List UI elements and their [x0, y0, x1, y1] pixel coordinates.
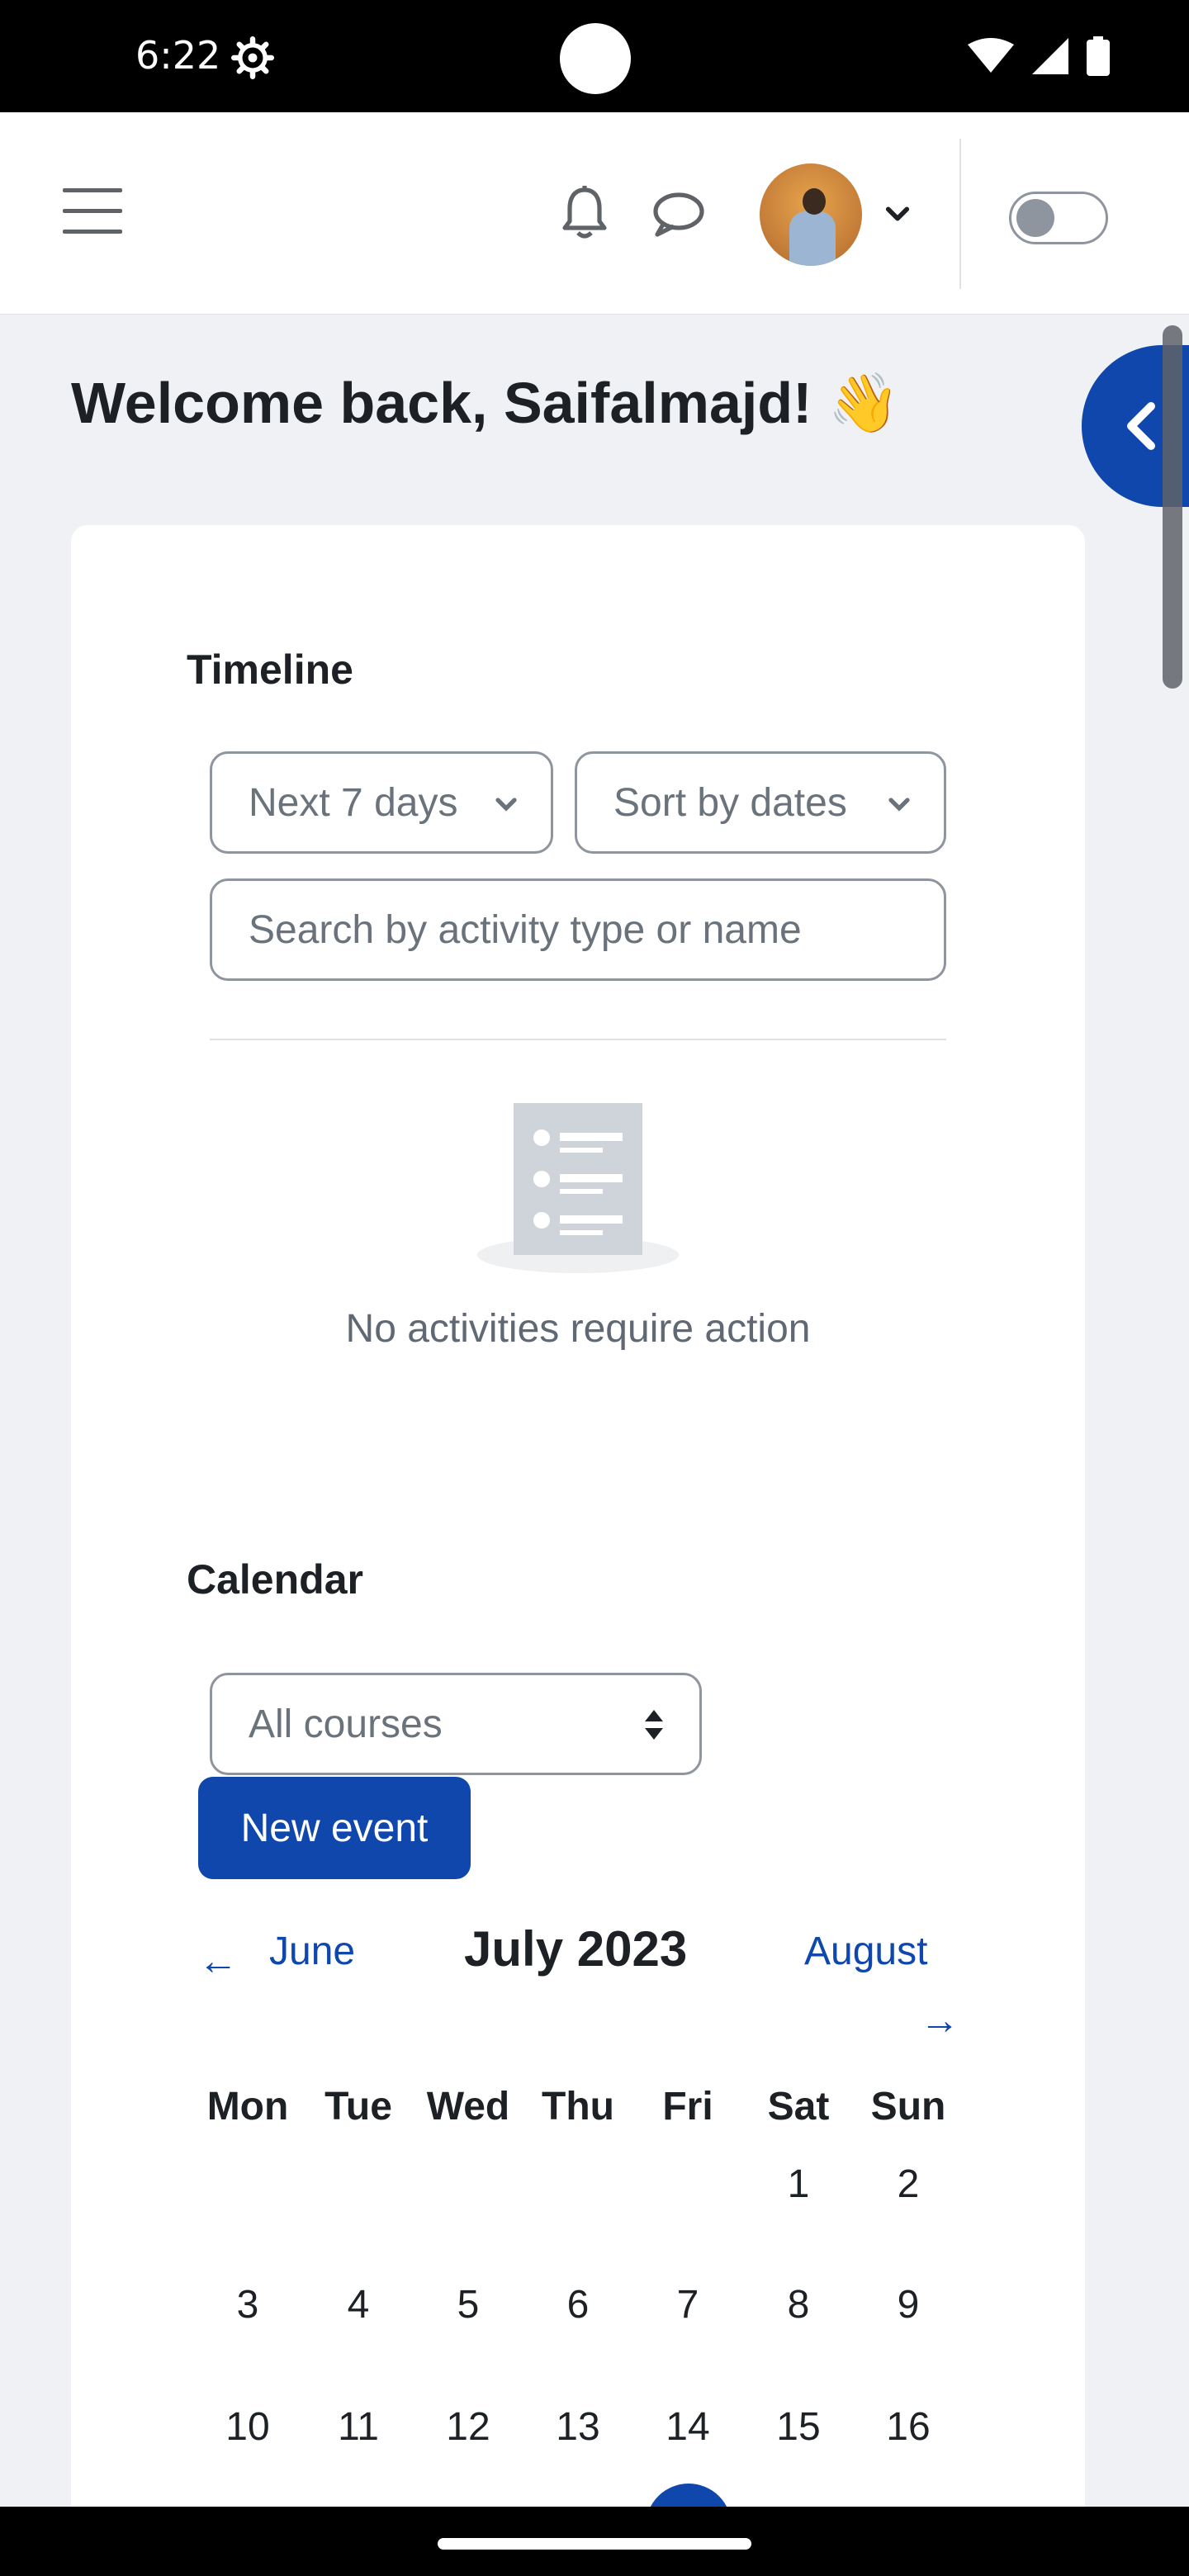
header-divider — [959, 139, 961, 289]
sort-updown-icon — [645, 1710, 663, 1740]
next-month-arrow[interactable]: → — [920, 1998, 959, 2043]
sort-label: Sort by dates — [613, 780, 847, 825]
wifi-icon — [968, 38, 1014, 73]
new-event-button[interactable]: New event — [198, 1777, 471, 1879]
calendar-current-month: July 2023 — [464, 1921, 688, 1977]
calendar-day[interactable]: 2 — [854, 2162, 963, 2207]
camera-cutout — [560, 23, 631, 94]
empty-activities-icon — [477, 1103, 679, 1273]
system-navigation-bar — [0, 2507, 1189, 2576]
prev-month-arrow[interactable]: ← — [198, 1939, 238, 1984]
timeline-empty-message: No activities require action — [345, 1307, 811, 1351]
calendar-day[interactable]: 5 — [414, 2282, 523, 2327]
chevron-left-icon — [1127, 402, 1155, 450]
edit-mode-toggle[interactable] — [1009, 192, 1108, 244]
calendar-day[interactable]: 11 — [304, 2404, 413, 2450]
timeline-search-input[interactable] — [210, 878, 946, 981]
calendar-day[interactable]: 15 — [744, 2404, 853, 2450]
timeline-sort-select[interactable]: Sort by dates — [575, 751, 946, 854]
chat-bubble-icon[interactable] — [652, 192, 705, 238]
app-header — [0, 112, 1189, 315]
weekday-wed: Wed — [426, 2085, 510, 2129]
toggle-knob — [1016, 199, 1054, 237]
status-time: 6:22 — [135, 33, 221, 78]
calendar-heading: Calendar — [187, 1556, 363, 1603]
chevron-down-icon — [495, 798, 517, 812]
signal-icon — [1032, 38, 1068, 74]
day-filter-label: Next 7 days — [249, 780, 458, 825]
hamburger-icon[interactable] — [63, 188, 122, 236]
page-title: Welcome back, Saifalmajd! 👋 — [71, 371, 900, 435]
dashboard-card: Timeline Next 7 days Sort by dates No ac… — [71, 525, 1085, 2576]
timeline-day-filter[interactable]: Next 7 days — [210, 751, 553, 854]
weekday-fri: Fri — [662, 2085, 713, 2129]
timeline-divider — [210, 1039, 946, 1040]
settings-gear-icon — [231, 36, 274, 79]
battery-icon — [1087, 36, 1110, 76]
weekday-sat: Sat — [767, 2085, 830, 2129]
calendar-day[interactable]: 1 — [744, 2162, 853, 2207]
calendar-day[interactable]: 6 — [523, 2282, 632, 2327]
status-icons — [968, 36, 1110, 76]
calendar-day[interactable]: 13 — [523, 2404, 632, 2450]
status-bar: 6:22 — [0, 0, 1189, 112]
bell-icon[interactable] — [558, 185, 611, 241]
calendar-day[interactable]: 10 — [193, 2404, 302, 2450]
calendar-day[interactable]: 9 — [854, 2282, 963, 2327]
chevron-down-icon[interactable] — [885, 201, 910, 226]
calendar-day[interactable]: 14 — [633, 2404, 742, 2450]
chevron-down-icon — [888, 798, 910, 812]
calendar-day[interactable]: 16 — [854, 2404, 963, 2450]
calendar-day[interactable]: 12 — [414, 2404, 523, 2450]
weekday-mon: Mon — [206, 2085, 289, 2129]
course-select-label: All courses — [249, 1702, 443, 1746]
calendar-course-select[interactable]: All courses — [210, 1673, 702, 1775]
avatar[interactable] — [760, 163, 862, 266]
calendar-day[interactable]: 8 — [744, 2282, 853, 2327]
home-gesture-pill[interactable] — [438, 2538, 751, 2550]
calendar-day[interactable]: 4 — [304, 2282, 413, 2327]
next-month-link[interactable]: August — [804, 1929, 927, 1974]
calendar-day[interactable]: 7 — [633, 2282, 742, 2327]
prev-month-link[interactable]: June — [269, 1929, 355, 1974]
weekday-sun: Sun — [870, 2085, 946, 2129]
weekday-thu: Thu — [542, 2085, 614, 2129]
calendar-day[interactable]: 3 — [193, 2282, 302, 2327]
timeline-heading: Timeline — [187, 646, 353, 693]
weekday-tue: Tue — [324, 2085, 392, 2129]
scrollbar[interactable] — [1163, 325, 1182, 689]
